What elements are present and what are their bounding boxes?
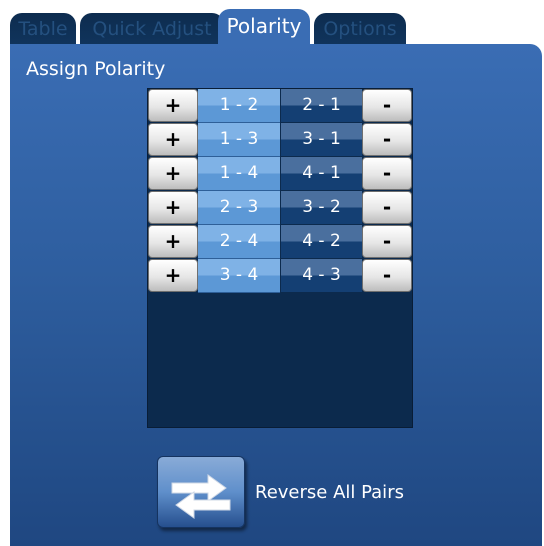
reverse-pair-cell[interactable]: 4 - 2	[280, 225, 362, 259]
pair-row: + 2 - 4 4 - 2 -	[148, 225, 412, 259]
forward-pair-cell[interactable]: 1 - 3	[198, 123, 280, 157]
minus-button[interactable]: -	[362, 157, 412, 190]
minus-button[interactable]: -	[362, 259, 412, 292]
tab-table[interactable]: Table	[10, 13, 76, 45]
plus-button[interactable]: +	[148, 259, 198, 292]
forward-pair-cell[interactable]: 3 - 4	[198, 259, 280, 293]
reverse-pair-cell[interactable]: 2 - 1	[280, 89, 362, 123]
pair-row: + 1 - 2 2 - 1 -	[148, 89, 412, 123]
reverse-pair-cell[interactable]: 3 - 1	[280, 123, 362, 157]
forward-pair-cell[interactable]: 1 - 4	[198, 157, 280, 191]
forward-pair-cell[interactable]: 2 - 3	[198, 191, 280, 225]
plus-button[interactable]: +	[148, 191, 198, 224]
minus-button[interactable]: -	[362, 89, 412, 122]
forward-pair-cell[interactable]: 1 - 2	[198, 89, 280, 123]
reverse-pair-cell[interactable]: 4 - 3	[280, 259, 362, 293]
minus-button[interactable]: -	[362, 225, 412, 258]
pair-table: + 1 - 2 2 - 1 - + 1 - 3 3 - 1 - + 1 - 4 …	[147, 88, 413, 428]
minus-button[interactable]: -	[362, 123, 412, 156]
polarity-panel: Assign Polarity + 1 - 2 2 - 1 - + 1 - 3 …	[10, 44, 542, 546]
tab-bar: Table Quick Adjust Polarity Options	[10, 9, 410, 46]
reverse-all-pairs-button[interactable]	[157, 456, 245, 528]
plus-button[interactable]: +	[148, 123, 198, 156]
minus-button[interactable]: -	[362, 191, 412, 224]
plus-button[interactable]: +	[148, 225, 198, 258]
forward-pair-cell[interactable]: 2 - 4	[198, 225, 280, 259]
pair-row: + 1 - 3 3 - 1 -	[148, 123, 412, 157]
pair-row: + 2 - 3 3 - 2 -	[148, 191, 412, 225]
tab-quick-adjust[interactable]: Quick Adjust	[80, 13, 224, 45]
plus-button[interactable]: +	[148, 157, 198, 190]
pair-row: + 1 - 4 4 - 1 -	[148, 157, 412, 191]
reverse-all-pairs-label: Reverse All Pairs	[255, 482, 404, 503]
reverse-pair-cell[interactable]: 4 - 1	[280, 157, 362, 191]
pair-row: + 3 - 4 4 - 3 -	[148, 259, 412, 293]
tab-options[interactable]: Options	[314, 13, 406, 45]
reverse-pair-cell[interactable]: 3 - 2	[280, 191, 362, 225]
plus-button[interactable]: +	[148, 89, 198, 122]
swap-arrows-icon	[171, 474, 231, 519]
tab-polarity[interactable]: Polarity	[218, 9, 310, 46]
panel-title: Assign Polarity	[26, 58, 166, 80]
